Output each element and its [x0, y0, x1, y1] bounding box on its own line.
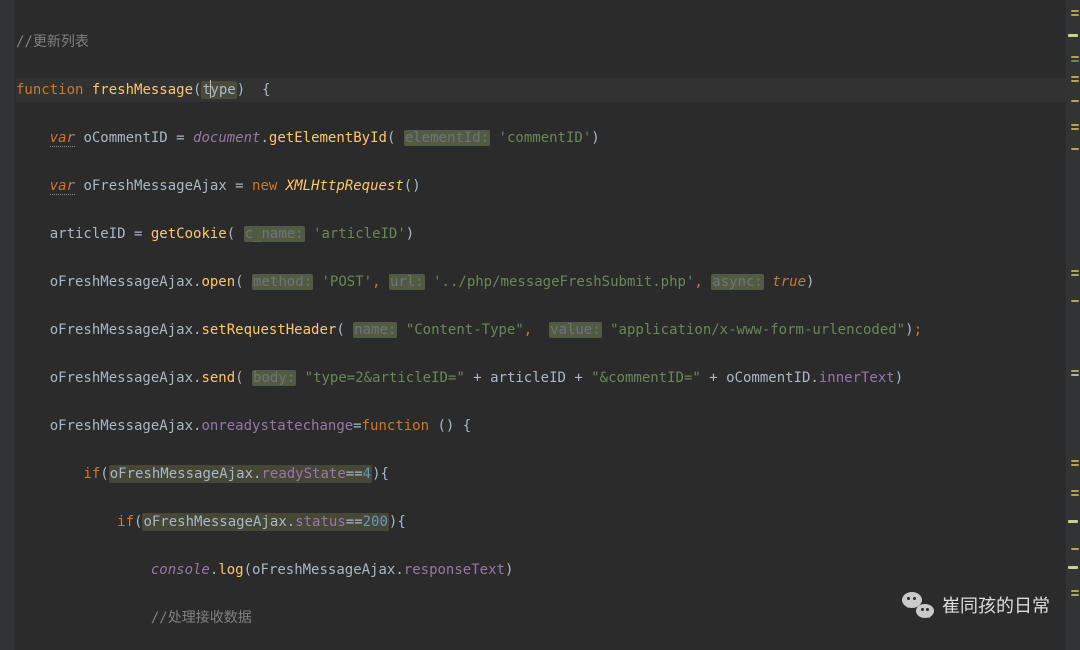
code-line: function freshMessage(type) { [16, 78, 1080, 102]
code-line: oFreshMessageAjax.onreadystatechange=fun… [16, 414, 1080, 438]
code-line: var oCommentID = document.getElementById… [16, 126, 1080, 150]
code-line: //处理接收数据 [16, 606, 1080, 630]
code-line: var oFreshMessageAjax = new XMLHttpReque… [16, 174, 1080, 198]
code-line: if(oFreshMessageAjax.status==200){ [16, 510, 1080, 534]
code-area[interactable]: //更新列表 function freshMessage(type) { var… [14, 0, 1080, 650]
code-editor[interactable]: //更新列表 function freshMessage(type) { var… [0, 0, 1080, 650]
code-line: console.log(oFreshMessageAjax.responseTe… [16, 558, 1080, 582]
code-line: oFreshMessageAjax.setRequestHeader( name… [16, 318, 1080, 342]
code-line: oFreshMessageAjax.send( body: "type=2&ar… [16, 366, 1080, 390]
code-line: if(oFreshMessageAjax.readyState==4){ [16, 462, 1080, 486]
gutter [0, 0, 14, 650]
minimap-scrollbar[interactable] [1066, 0, 1080, 650]
code-line: articleID = getCookie( c_name: 'articleI… [16, 222, 1080, 246]
code-line: oFreshMessageAjax.open( method: 'POST', … [16, 270, 1080, 294]
code-line: //更新列表 [16, 30, 1080, 54]
